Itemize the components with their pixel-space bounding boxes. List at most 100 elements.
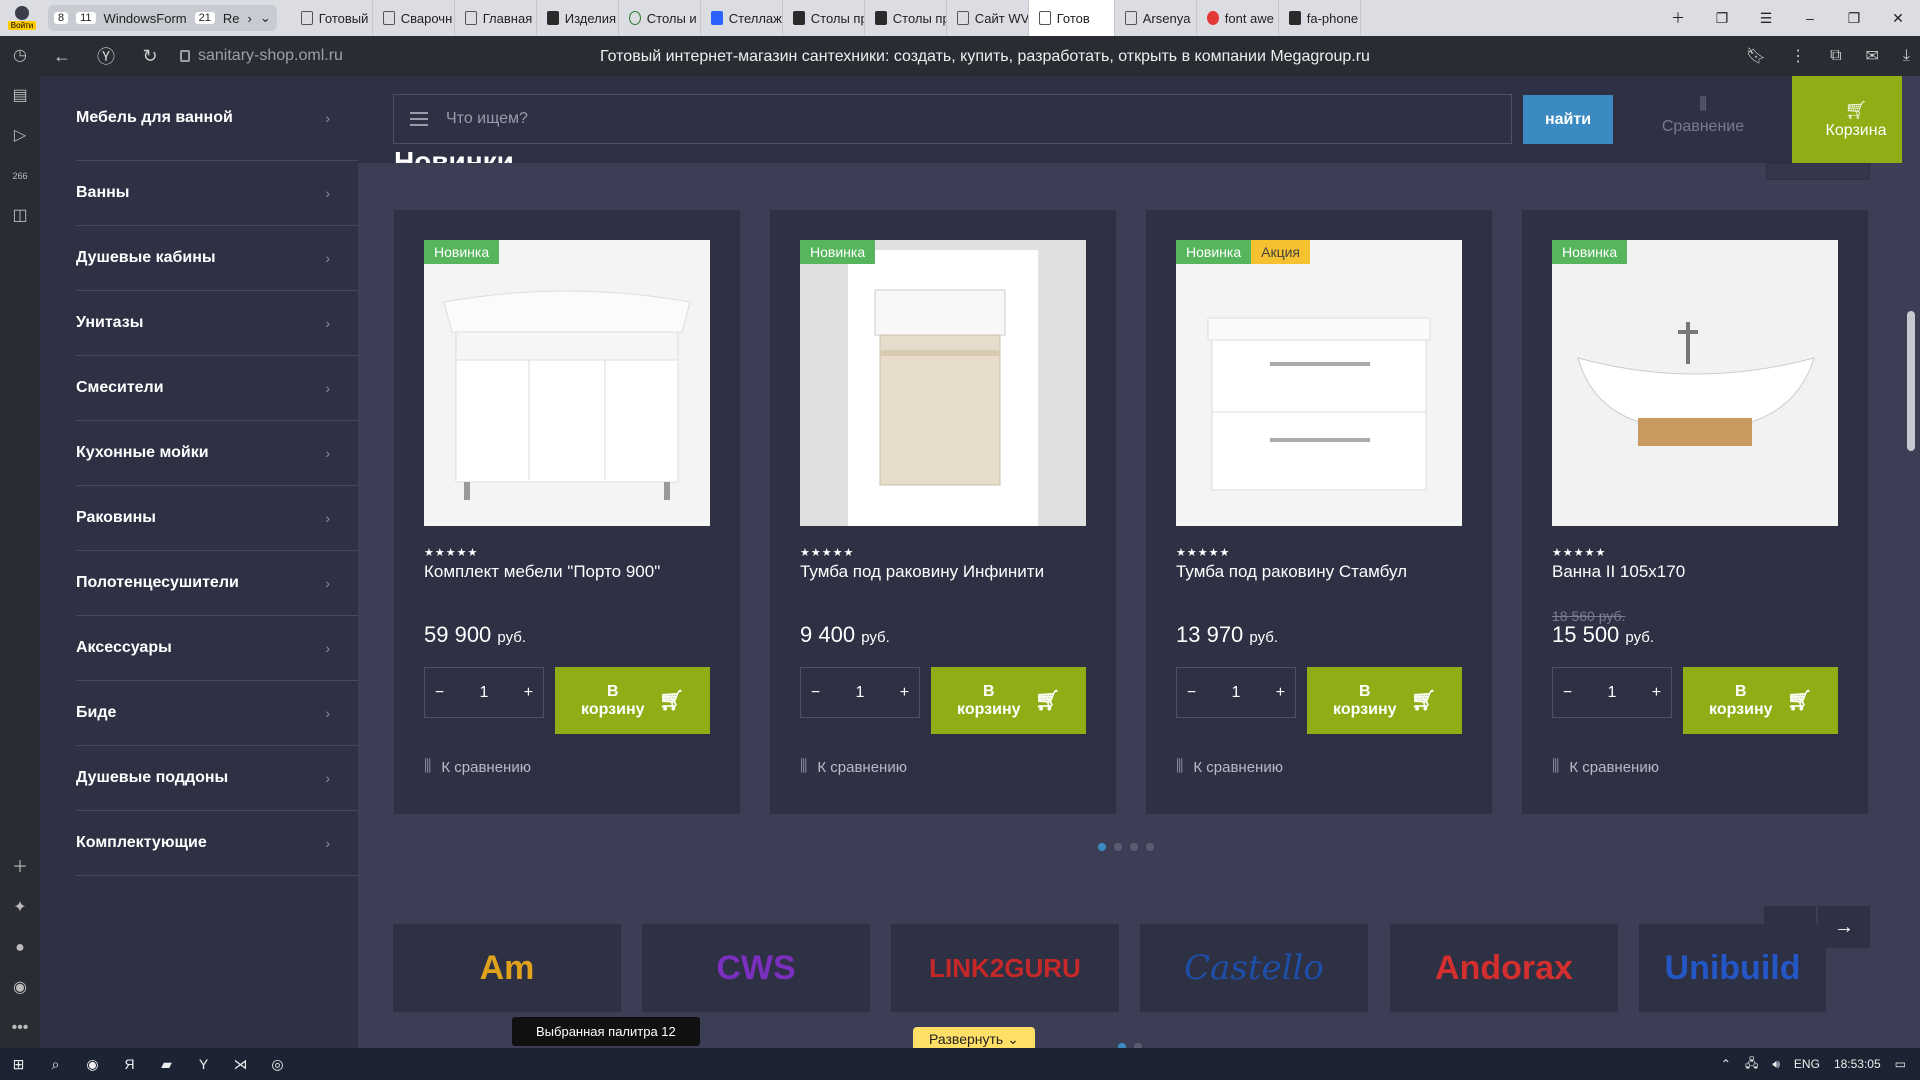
carousel-dot[interactable] [1098,843,1106,851]
product-image-link[interactable]: Новинка [424,240,710,526]
add-to-cart-button[interactable]: В корзину 🛒︎ [555,667,710,734]
back-icon[interactable]: ← [40,46,84,67]
browser-tab[interactable]: Главная [455,0,537,36]
vscode-icon[interactable]: ⋊ [222,1048,259,1080]
camera-icon[interactable]: ◫ [0,196,40,236]
browser-tab[interactable]: Готовый [291,0,373,36]
sidebar-item[interactable]: Душевые кабины › [76,226,358,291]
sidebar-item[interactable]: Комплектующие › [76,811,358,876]
menu-icon[interactable]: ☰ [1744,0,1788,36]
browser-tab[interactable]: Столы пр [783,0,865,36]
add-to-cart-button[interactable]: В корзину 🛒︎ [1307,667,1462,734]
counter-icon[interactable]: 266 [0,156,40,196]
downloads-icon[interactable]: ⤓ [1903,47,1910,65]
yandex-icon[interactable]: Я [111,1048,148,1080]
browser-tab[interactable]: Сварочн [373,0,455,36]
product-name[interactable]: Комплект мебели "Порто 900" [424,562,714,582]
brand-logo[interactable]: Andorax [1390,924,1618,1012]
browser-tab[interactable]: Arsenya [1115,0,1197,36]
sidebar-item[interactable]: Душевые поддоны › [76,746,358,811]
carousel-dot[interactable] [1130,843,1138,851]
profile-button[interactable]: Войти [0,0,44,36]
sidebar-item[interactable]: Раковины › [76,486,358,551]
sidebar-item[interactable]: Полотенцесушители › [76,551,358,616]
orange-app-icon[interactable]: ● [0,928,40,968]
add-to-cart-button[interactable]: В корзину 🛒︎ [931,667,1086,734]
yandex-icon[interactable]: Ⓨ [84,43,128,69]
sidebar-item[interactable]: Ванны › [76,161,358,226]
scrollbar-thumb[interactable] [1907,311,1915,451]
network-icon[interactable]: 🖧︎ [1745,1054,1758,1075]
cart-button[interactable]: 🛒︎ Корзина [1792,76,1920,163]
minus-icon[interactable]: − [435,684,444,702]
minus-icon[interactable]: − [1563,684,1572,702]
brand-logo[interactable]: CWS [642,924,870,1012]
sidebar-item[interactable]: Биде › [76,681,358,746]
brand-logo[interactable]: Am [393,924,621,1012]
folder-icon[interactable]: ▰ [148,1048,185,1080]
add-to-compare-link[interactable]: ⫼ К сравнению [1176,758,1283,776]
brand-logo[interactable]: LINK2GURU [891,924,1119,1012]
plus-icon[interactable]: + [1276,684,1285,702]
brand-logo[interactable]: Unibuild [1639,924,1826,1012]
new-tab-icon[interactable]: ＋ [1656,0,1700,36]
sidebar-item[interactable]: Унитазы › [76,291,358,356]
product-image-link[interactable]: Новинка Акция [1176,240,1462,526]
url-field[interactable]: sanitary-shop.oml.ru [180,47,343,65]
quantity-input[interactable]: 1 [1592,684,1632,702]
alice-icon[interactable]: ◉ [74,1048,111,1080]
product-name[interactable]: Ванна II 105х170 [1552,562,1842,582]
brand-logo[interactable]: Castello [1140,924,1368,1012]
history-icon[interactable]: ◷ [0,36,40,76]
minus-icon[interactable]: − [1187,684,1196,702]
chevron-up-icon[interactable]: ⌃ [1721,1057,1731,1071]
search-icon[interactable]: ⌕ [37,1048,74,1080]
browser-tab[interactable]: Столы и [619,0,701,36]
quantity-input[interactable]: 1 [1216,684,1256,702]
plus-icon[interactable]: + [1652,684,1661,702]
more-icon[interactable]: ••• [0,1008,40,1048]
search-button[interactable]: найти [1523,95,1613,144]
product-image-link[interactable]: Новинка [1552,240,1838,526]
product-name[interactable]: Тумба под раковину Стамбул [1176,562,1466,582]
mail-icon[interactable]: ✉ [1866,46,1879,66]
browser-tab[interactable]: Изделия [537,0,619,36]
browser-tab[interactable]: Сайт WV [947,0,1029,36]
minimize-icon[interactable]: – [1788,0,1832,36]
collections-icon[interactable]: ▤ [0,76,40,116]
close-icon[interactable]: ✕ [1876,0,1920,36]
sidebar-item[interactable]: Аксессуары › [76,616,358,681]
add-to-compare-link[interactable]: ⫼ К сравнению [424,758,531,776]
game-icon[interactable]: ✦ [0,888,40,928]
add-icon[interactable]: ＋ [0,848,40,888]
slider-controls[interactable] [1766,163,1870,180]
carousel-dot[interactable] [1114,843,1122,851]
reload-icon[interactable]: ↻ [128,46,172,67]
minus-icon[interactable]: − [811,684,820,702]
more-vertical-icon[interactable]: ⋮ [1790,46,1806,66]
browser-tab[interactable]: Готов [1028,0,1115,36]
restore-icon[interactable]: ❐ [1832,0,1876,36]
product-name[interactable]: Тумба под раковину Инфинити [800,562,1090,582]
compare-link[interactable]: ⫼ Сравнение [1658,96,1748,136]
clock[interactable]: 18:53:05 [1834,1057,1881,1071]
search-input[interactable]: Что ищем? [393,94,1512,144]
browser-tab[interactable]: font awe [1197,0,1279,36]
volume-icon[interactable]: 🔊︎ [1772,1057,1780,1072]
alice-icon[interactable]: ◉ [0,968,40,1008]
browser-tab[interactable]: Столы пр [865,0,947,36]
windows-start-icon[interactable]: ⊞ [0,1048,37,1080]
plus-icon[interactable]: + [900,684,909,702]
add-to-compare-link[interactable]: ⫼ К сравнению [1552,758,1659,776]
language-indicator[interactable]: ENG [1794,1057,1820,1071]
browser-tab[interactable]: Стеллаж [701,0,783,36]
quantity-input[interactable]: 1 [840,684,880,702]
browser-tab[interactable]: fa-phone [1279,0,1361,36]
sidebar-item[interactable]: Кухонные мойки › [76,421,358,486]
chrome-icon[interactable]: ◎ [259,1048,296,1080]
bookmark-icon[interactable]: 🔖︎ [1746,46,1766,66]
plus-icon[interactable]: + [524,684,533,702]
sidebar-item[interactable]: Смесители › [76,356,358,421]
extensions-icon[interactable]: ⧉ [1830,47,1841,65]
quantity-input[interactable]: 1 [464,684,504,702]
